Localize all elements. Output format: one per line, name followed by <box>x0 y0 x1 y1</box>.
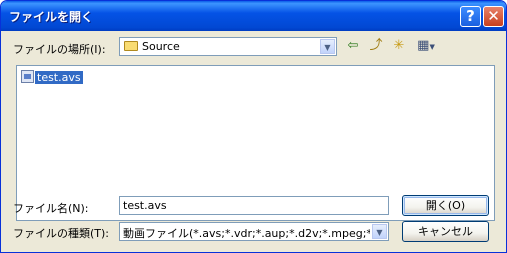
file-name: test.avs <box>35 71 83 84</box>
location-label: ファイルの場所(I): <box>13 43 106 56</box>
location-value: Source <box>142 40 180 53</box>
view-menu-icon[interactable]: ▦▼ <box>413 38 439 54</box>
filetype-value: 動画ファイル(*.avs;*.vdr;*.aup;*.d2v;*.mpeg;*.… <box>123 227 370 240</box>
window-title: ファイルを開く <box>9 10 94 24</box>
filetype-label: ファイルの種類(T): <box>13 227 110 240</box>
chevron-down-icon[interactable]: ▼ <box>372 224 387 239</box>
filename-label: ファイル名(N): <box>13 202 89 215</box>
help-icon[interactable]: ? <box>460 6 481 27</box>
cancel-button[interactable]: キャンセル <box>402 221 489 242</box>
title-bar[interactable]: ファイルを開く ? ✕ <box>1 1 506 31</box>
dialog-body: ファイルの場所(I): Source ▼ ⇦ ⤴ ✳ ▦▼ test.avs フ… <box>5 31 502 248</box>
list-item[interactable]: test.avs <box>21 70 83 85</box>
chevron-down-icon[interactable]: ▼ <box>320 39 335 54</box>
folder-icon <box>124 41 138 51</box>
avs-file-icon <box>21 70 34 83</box>
filetype-select[interactable]: 動画ファイル(*.avs;*.vdr;*.aup;*.d2v;*.mpeg;*.… <box>119 222 389 241</box>
open-button[interactable]: 開く(O) <box>402 195 489 216</box>
close-icon[interactable]: ✕ <box>483 6 504 27</box>
up-folder-icon[interactable]: ⤴ <box>367 38 385 54</box>
view-glyph: ▦ <box>417 38 430 53</box>
new-folder-icon[interactable]: ✳ <box>390 38 408 54</box>
location-select[interactable]: Source ▼ <box>119 37 337 56</box>
filename-input[interactable]: test.avs <box>119 196 389 215</box>
back-icon[interactable]: ⇦ <box>344 38 362 54</box>
open-file-dialog: ファイルを開く ? ✕ ファイルの場所(I): Source ▼ ⇦ ⤴ ✳ ▦… <box>0 0 507 253</box>
view-dropdown-icon: ▼ <box>429 43 435 51</box>
